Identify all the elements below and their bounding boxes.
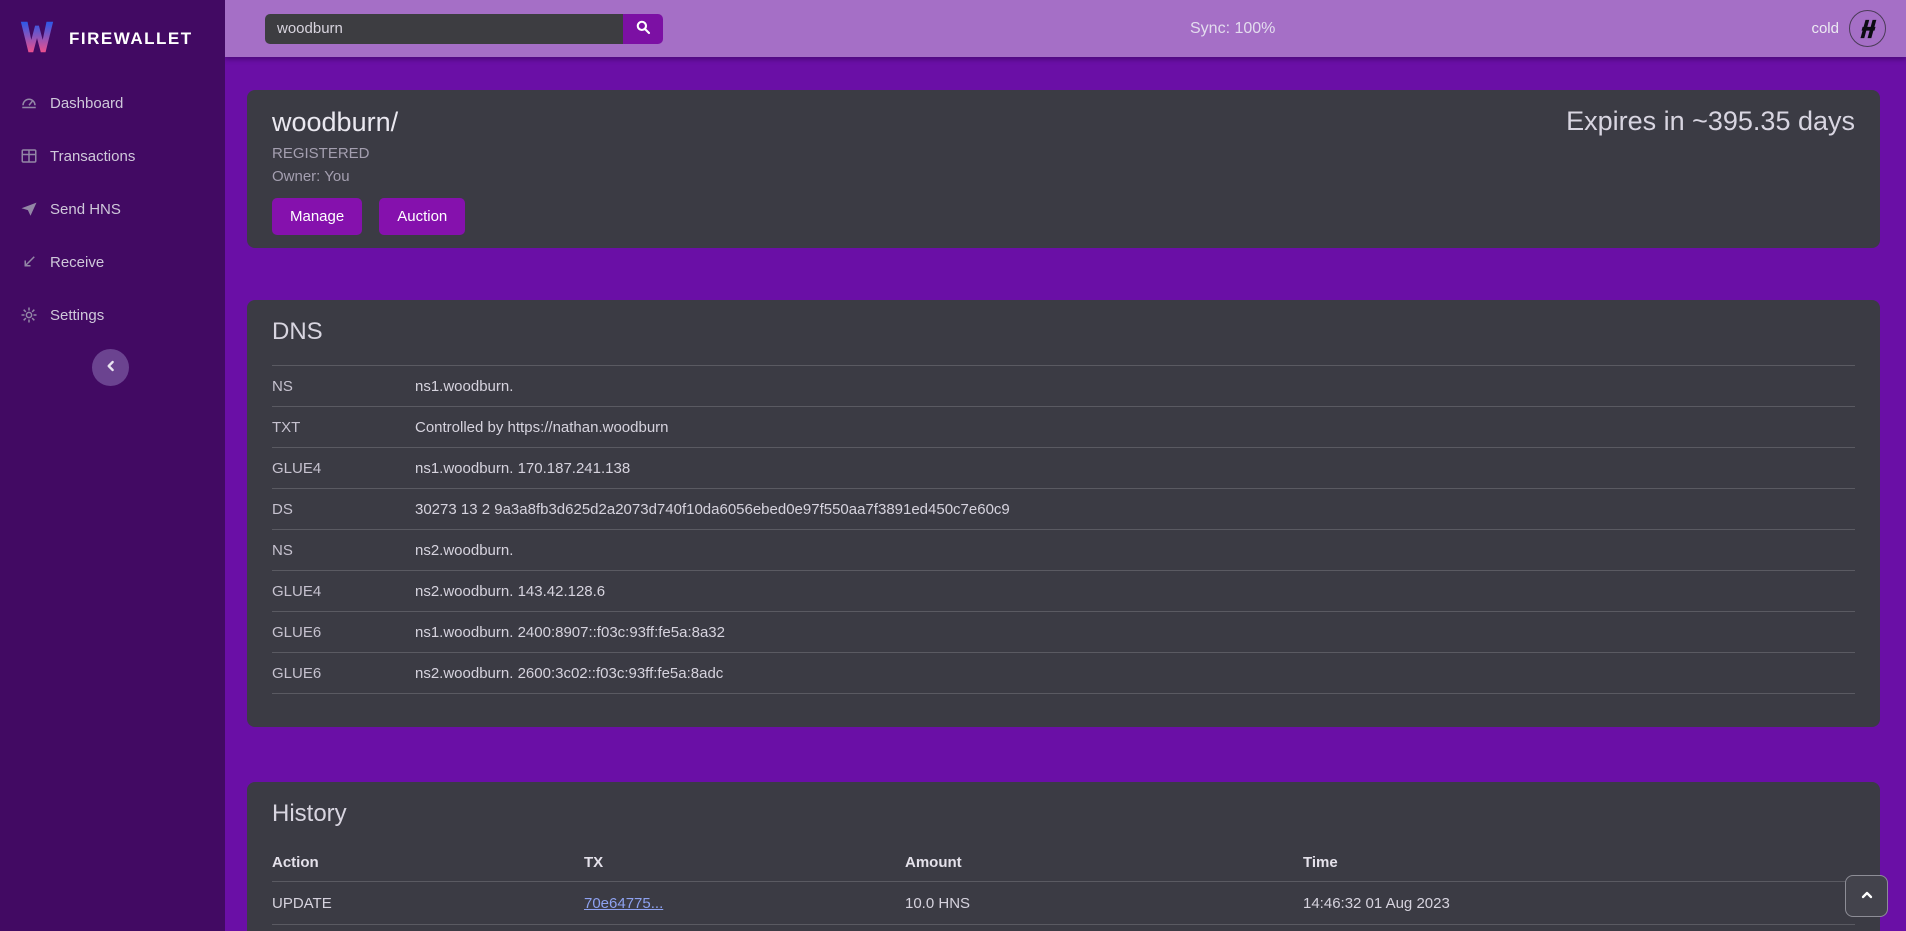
dns-record-type: NS — [272, 378, 415, 395]
caret-up-icon — [1859, 887, 1875, 906]
sidebar: FIREWALLET Dashboard Transactions — [0, 0, 225, 931]
auction-button[interactable]: Auction — [379, 198, 465, 235]
dns-record-value: ns2.woodburn. 2600:3c02::f03c:93ff:fe5a:… — [415, 665, 1855, 682]
dns-record-row: GLUE4 ns1.woodburn. 170.187.241.138 — [272, 448, 1855, 489]
history-header-row: Action TX Amount Time — [272, 844, 1855, 882]
sidebar-item-label: Dashboard — [50, 95, 123, 112]
domain-expiry: Expires in ~395.35 days — [1566, 106, 1855, 232]
dns-record-row: NS ns1.woodburn. — [272, 366, 1855, 407]
domain-card: woodburn/ REGISTERED Owner: You Manage A… — [247, 90, 1880, 248]
dns-record-value: ns2.woodburn. 143.42.128.6 — [415, 583, 1855, 600]
sidebar-item-receive[interactable]: Receive — [0, 247, 225, 277]
dns-record-value: Controlled by https://nathan.woodburn — [415, 419, 1855, 436]
domain-title: woodburn/ — [272, 106, 465, 140]
sidebar-nav: Dashboard Transactions Send HNS — [0, 88, 225, 330]
sidebar-item-dashboard[interactable]: Dashboard — [0, 88, 225, 118]
chevron-left-icon — [103, 358, 119, 377]
sidebar-item-label: Settings — [50, 307, 104, 324]
search-bar — [265, 14, 663, 44]
brand[interactable]: FIREWALLET — [0, 0, 225, 66]
dns-record-row: GLUE4 ns2.woodburn. 143.42.128.6 — [272, 571, 1855, 612]
gauge-icon — [20, 94, 38, 112]
dns-record-type: GLUE4 — [272, 460, 415, 477]
main-content: woodburn/ REGISTERED Owner: You Manage A… — [225, 57, 1906, 931]
dns-card: DNS NS ns1.woodburn. TXT Controlled by h… — [247, 300, 1880, 727]
dns-record-type: GLUE4 — [272, 583, 415, 600]
brand-name: FIREWALLET — [69, 29, 193, 49]
dns-record-type: DS — [272, 501, 415, 518]
table-icon — [20, 147, 38, 165]
sidebar-collapse-button[interactable] — [92, 349, 129, 386]
domain-buttons: Manage Auction — [272, 198, 465, 235]
sync-status: Sync: 100% — [1190, 20, 1275, 38]
history-action: UPDATE — [272, 895, 584, 912]
history-col-amount: Amount — [905, 854, 1303, 871]
topbar-right: cold — [1811, 10, 1886, 47]
sidebar-item-label: Receive — [50, 254, 104, 271]
scroll-to-top-button[interactable] — [1845, 875, 1888, 917]
handshake-logo-icon[interactable] — [1849, 10, 1886, 47]
main-column: Sync: 100% cold woodburn/ REGISTERED Own… — [225, 0, 1906, 931]
search-icon — [634, 18, 652, 39]
dns-record-type: GLUE6 — [272, 624, 415, 641]
wallet-name: cold — [1811, 20, 1839, 37]
history-row: UPDATE 70e64775... 10.0 HNS 14:46:32 01 … — [272, 882, 1855, 925]
receive-icon — [20, 253, 38, 271]
dns-record-row: DS 30273 13 2 9a3a8fb3d625d2a2073d740f10… — [272, 489, 1855, 530]
dns-record-row: NS ns2.woodburn. — [272, 530, 1855, 571]
domain-card-left: woodburn/ REGISTERED Owner: You Manage A… — [272, 106, 465, 232]
sidebar-item-transactions[interactable]: Transactions — [0, 141, 225, 171]
dns-record-value: ns2.woodburn. — [415, 542, 1855, 559]
history-title: History — [272, 800, 1855, 828]
history-col-time: Time — [1303, 854, 1855, 871]
dns-record-type: TXT — [272, 419, 415, 436]
history-rows: UPDATE 70e64775... 10.0 HNS 14:46:32 01 … — [272, 882, 1855, 931]
firewallet-logo-icon — [18, 18, 56, 61]
history-row: RENEW d76e2c4... 10.0 HNS 15:47:22 07 Ju… — [272, 925, 1855, 931]
dns-record-row: GLUE6 ns1.woodburn. 2400:8907::f03c:93ff… — [272, 612, 1855, 653]
search-button[interactable] — [623, 14, 663, 44]
send-icon — [20, 200, 38, 218]
history-col-tx: TX — [584, 854, 905, 871]
dns-record-row: GLUE6 ns2.woodburn. 2600:3c02::f03c:93ff… — [272, 653, 1855, 694]
sidebar-item-send-hns[interactable]: Send HNS — [0, 194, 225, 224]
manage-button[interactable]: Manage — [272, 198, 362, 235]
dns-record-type: GLUE6 — [272, 665, 415, 682]
history-time: 14:46:32 01 Aug 2023 — [1303, 895, 1855, 912]
dns-record-value: ns1.woodburn. 170.187.241.138 — [415, 460, 1855, 477]
dns-record-value: ns1.woodburn. 2400:8907::f03c:93ff:fe5a:… — [415, 624, 1855, 641]
sidebar-item-settings[interactable]: Settings — [0, 300, 225, 330]
tx-link[interactable]: 70e64775... — [584, 895, 663, 912]
domain-owner: Owner: You — [272, 168, 465, 185]
search-input[interactable] — [265, 14, 623, 44]
domain-status: REGISTERED — [272, 145, 465, 162]
history-card: History Action TX Amount Time UPDATE 70e… — [247, 782, 1880, 931]
dns-record-value: ns1.woodburn. — [415, 378, 1855, 395]
sidebar-item-label: Send HNS — [50, 201, 121, 218]
dns-record-row: TXT Controlled by https://nathan.woodbur… — [272, 407, 1855, 448]
gear-icon — [20, 306, 38, 324]
dns-table: NS ns1.woodburn. TXT Controlled by https… — [272, 365, 1855, 694]
history-col-action: Action — [272, 854, 584, 871]
dns-record-value: 30273 13 2 9a3a8fb3d625d2a2073d740f10da6… — [415, 501, 1855, 518]
history-table: Action TX Amount Time UPDATE 70e64775...… — [272, 844, 1855, 931]
dns-title: DNS — [272, 318, 1855, 346]
history-amount: 10.0 HNS — [905, 895, 1303, 912]
sidebar-item-label: Transactions — [50, 148, 135, 165]
dns-record-type: NS — [272, 542, 415, 559]
topbar: Sync: 100% cold — [225, 0, 1906, 57]
